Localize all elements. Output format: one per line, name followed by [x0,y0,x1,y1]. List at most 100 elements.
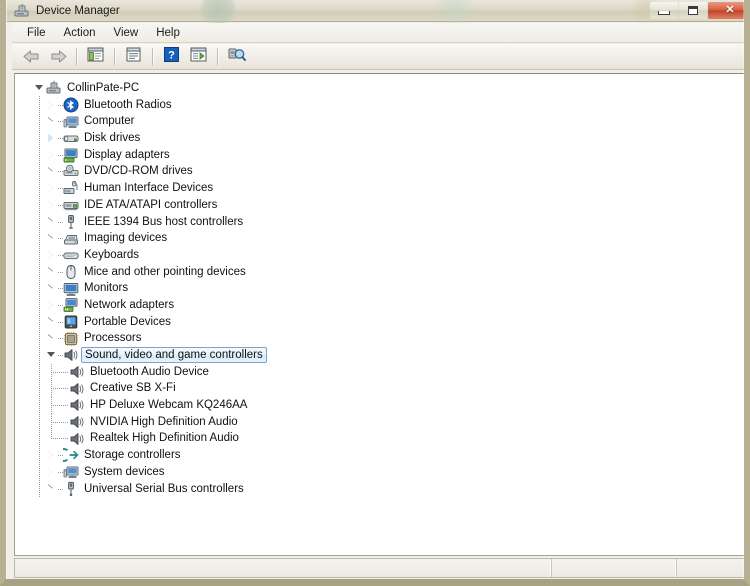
menu-view[interactable]: View [105,24,148,42]
tree-row-device[interactable]: Bluetooth Audio Device [15,363,744,381]
keyboard-icon [63,247,79,263]
close-icon: ✕ [725,4,735,16]
tree-label-category: System devices [84,465,165,478]
tree-label-category: Computer [84,115,135,128]
speaker-icon [69,364,85,380]
tree-row-category[interactable]: Monitors [15,280,744,297]
tree-trunk-line [39,96,40,497]
expand-toggle-4[interactable] [45,164,58,180]
network-adapter-icon [63,297,79,313]
tree-row-category[interactable]: Keyboards [15,247,744,264]
tree-row-category[interactable]: Human Interface Devices [15,180,744,197]
update-driver-button[interactable] [186,45,211,69]
tree-row-category[interactable]: Disk drives [15,130,744,147]
tree-row-category[interactable]: Sound, video and game controllers [15,347,744,364]
tree-row-device[interactable]: Creative SB X-Fi [15,380,744,398]
tree-label-category: Monitors [84,282,129,295]
expand-toggle-10[interactable] [45,264,58,280]
window-controls: ✕ [650,2,744,19]
maximize-icon [679,2,707,19]
tree-row-category[interactable]: DVD/CD-ROM drives [15,163,744,180]
tree-row-category[interactable]: Bluetooth Radios [15,97,744,114]
tree-row-root[interactable]: CollinPate-PC [15,80,744,97]
expand-toggle-18[interactable] [45,481,58,497]
expand-toggle-9[interactable] [45,247,58,263]
close-button[interactable]: ✕ [708,2,744,19]
ide-controller-icon [63,197,79,213]
tree-connector [51,380,69,398]
expand-toggle-7[interactable] [45,214,58,230]
tree-row-category[interactable]: Processors [15,330,744,347]
menu-action[interactable]: Action [55,24,105,42]
tree-row-category[interactable]: Network adapters [15,297,744,314]
device-tree-panel[interactable]: CollinPate-PC Bluetooth Radios Computer Dis… [14,73,744,556]
expand-toggle-12[interactable] [45,297,58,313]
menu-help[interactable]: Help [147,24,189,42]
expand-toggle-6[interactable] [45,197,58,213]
properties-icon [125,47,142,67]
tree-label-category: Display adapters [84,148,170,161]
tree-row-device[interactable]: Realtek High Definition Audio [15,430,744,447]
storage-controller-icon [63,447,79,463]
titlebar-glow-left [196,0,240,24]
forward-button[interactable] [45,45,70,69]
expand-toggle-14[interactable] [45,331,58,347]
screen: Device Manager ✕ File Action View Help ?… [0,0,750,586]
scan-hardware-changes-button[interactable] [224,45,249,69]
status-panel-third [677,559,744,577]
tree-row-category[interactable]: Display adapters [15,147,744,164]
disk-drive-icon [63,130,79,146]
tree-row-device[interactable]: NVIDIA High Definition Audio [15,413,744,431]
speaker-icon [69,381,85,397]
expand-toggle-1[interactable] [45,114,58,130]
expand-toggle-5[interactable] [45,180,58,196]
tree-row-device[interactable]: HP Deluxe Webcam KQ246AA [15,397,744,414]
expand-toggle-15[interactable] [45,347,58,363]
tree-row-category[interactable]: Portable Devices [15,314,744,331]
expand-toggle-2[interactable] [45,130,58,146]
system-device-icon [63,464,79,480]
back-button[interactable] [18,45,43,69]
tree-row-category[interactable]: Imaging devices [15,230,744,247]
expand-toggle-0[interactable] [45,97,58,113]
show-hide-console-tree-button[interactable] [83,45,108,69]
tree-connector [51,363,69,381]
tree-row-category[interactable]: Storage controllers [15,447,744,464]
help-button[interactable]: ? [159,45,184,69]
titlebar-glow-mid [426,0,482,24]
expand-toggle-root[interactable] [33,80,46,96]
expand-toggle-3[interactable] [45,147,58,163]
menu-bar: File Action View Help [12,23,744,43]
svg-text:?: ? [168,49,175,61]
maximize-button[interactable] [679,2,707,19]
expand-toggle-8[interactable] [45,231,58,247]
computer-tower-icon [46,80,62,96]
minimize-button[interactable] [650,2,678,19]
tree-row-category[interactable]: System devices [15,464,744,481]
toolbar-separator-3 [152,48,153,65]
tree-row-category[interactable]: Mice and other pointing devices [15,264,744,281]
tree-label-category: Storage controllers [84,449,181,462]
bluetooth-icon [63,97,79,113]
tree-row-category[interactable]: IDE ATA/ATAPI controllers [15,197,744,214]
menu-file[interactable]: File [18,24,55,42]
expand-toggle-16[interactable] [45,447,58,463]
expand-toggle-13[interactable] [45,314,58,330]
tree-row-category[interactable]: Computer [15,113,744,130]
properties-button[interactable] [121,45,146,69]
expand-toggle-17[interactable] [45,464,58,480]
expand-toggle-11[interactable] [45,281,58,297]
tree-row-category[interactable]: IEEE 1394 Bus host controllers [15,214,744,231]
tree-row-category[interactable]: Universal Serial Bus controllers [15,481,744,498]
tree-label-root: CollinPate-PC [67,82,140,94]
